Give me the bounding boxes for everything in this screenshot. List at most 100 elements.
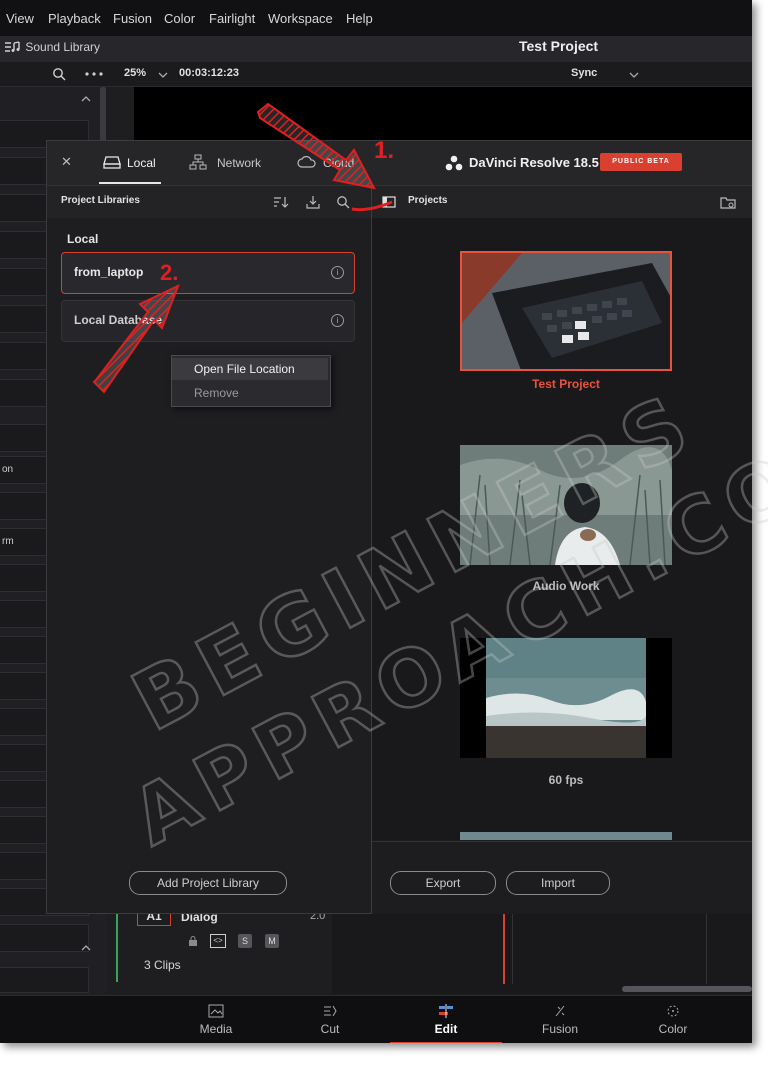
hard-drive-icon bbox=[103, 156, 121, 169]
effect-label: rm bbox=[2, 536, 14, 547]
sidebar-toggle-icon[interactable] bbox=[382, 196, 396, 208]
page-edit[interactable]: Edit bbox=[390, 996, 502, 1043]
color-icon bbox=[667, 1005, 679, 1017]
project-manager-dialog: ✕ Local Network Cloud DaVinci Resolve 18… bbox=[46, 140, 752, 914]
lock-icon[interactable] bbox=[188, 936, 198, 946]
fusion-icon bbox=[555, 1005, 565, 1017]
cut-icon bbox=[324, 1005, 337, 1017]
project-thumbnail[interactable] bbox=[460, 445, 672, 565]
menu-help[interactable]: Help bbox=[346, 11, 373, 26]
timeline-area[interactable] bbox=[332, 912, 752, 994]
close-icon[interactable]: ✕ bbox=[61, 154, 72, 170]
sync-dropdown[interactable]: Sync bbox=[571, 67, 597, 79]
beach-waves-image bbox=[460, 638, 672, 758]
chevron-down-icon[interactable] bbox=[158, 71, 168, 79]
track-color-bar bbox=[116, 912, 118, 982]
more-options-icon[interactable] bbox=[84, 71, 104, 77]
sound-library-button[interactable]: Sound Library bbox=[4, 40, 100, 54]
menu-fairlight[interactable]: Fairlight bbox=[209, 11, 255, 26]
effect-row[interactable] bbox=[0, 924, 89, 952]
project-name[interactable]: Test Project bbox=[460, 377, 672, 391]
mute-button[interactable]: M bbox=[265, 934, 279, 948]
collapse-icon[interactable] bbox=[81, 944, 91, 952]
export-button[interactable]: Export bbox=[390, 871, 496, 895]
edit-icon bbox=[439, 1004, 453, 1018]
project-name[interactable]: Audio Work bbox=[460, 579, 672, 593]
timecode: 00:03:12:23 bbox=[179, 67, 239, 79]
page-label: Media bbox=[199, 1022, 233, 1036]
import-button[interactable]: Import bbox=[506, 871, 610, 895]
effect-row[interactable] bbox=[0, 967, 89, 993]
cloud-icon bbox=[297, 156, 316, 168]
project-thumbnail[interactable] bbox=[460, 832, 672, 840]
projects-title: Projects bbox=[408, 195, 448, 206]
project-thumbnail[interactable] bbox=[460, 638, 672, 758]
davinci-resolve-window: View Playback Fusion Color Fairlight Wor… bbox=[0, 0, 752, 1043]
beta-badge: PUBLIC BETA bbox=[600, 153, 682, 171]
video-viewer bbox=[134, 87, 752, 142]
menu-view[interactable]: View bbox=[6, 11, 34, 26]
menu-workspace[interactable]: Workspace bbox=[268, 11, 333, 26]
clip-count: 3 Clips bbox=[144, 958, 181, 972]
timeline-grid-line bbox=[512, 912, 513, 984]
remove-menu-item[interactable]: Remove bbox=[172, 382, 328, 404]
library-item-local-database[interactable]: Local Database i bbox=[61, 300, 355, 342]
network-icon bbox=[189, 154, 207, 170]
projects-toolbar: Projects bbox=[372, 185, 752, 218]
grass-person-image bbox=[460, 445, 672, 565]
menu-playback[interactable]: Playback bbox=[48, 11, 101, 26]
page-color[interactable]: Color bbox=[617, 996, 729, 1043]
tab-label: Cloud bbox=[323, 156, 355, 170]
page-cut[interactable]: Cut bbox=[274, 996, 386, 1043]
add-project-library-button[interactable]: Add Project Library bbox=[129, 871, 287, 895]
page-label: Cut bbox=[320, 1022, 340, 1036]
tab-cloud[interactable]: Cloud bbox=[295, 141, 365, 185]
menu-color[interactable]: Color bbox=[164, 11, 195, 26]
timeline-scrollbar[interactable] bbox=[622, 986, 752, 992]
audio-track-header: A1 Dialog 2.0 <> S M 3 Clips bbox=[116, 906, 330, 994]
sort-icon[interactable] bbox=[273, 196, 289, 208]
project-name[interactable]: 60 fps bbox=[460, 773, 672, 787]
info-icon[interactable]: i bbox=[331, 266, 344, 279]
auto-track-icon[interactable]: <> bbox=[210, 934, 226, 948]
search-icon[interactable] bbox=[336, 195, 350, 209]
playhead[interactable] bbox=[503, 912, 505, 984]
open-file-location-menu-item[interactable]: Open File Location bbox=[172, 358, 328, 380]
media-icon bbox=[208, 1004, 224, 1018]
tab-label: Local bbox=[127, 156, 156, 170]
project-thumbnail[interactable] bbox=[460, 251, 672, 371]
laptop-keyboard-image bbox=[462, 253, 670, 369]
viewer-bar: 25% 00:03:12:23 Sync bbox=[0, 62, 752, 87]
menu-fusion[interactable]: Fusion bbox=[113, 11, 152, 26]
tab-local[interactable]: Local bbox=[99, 141, 161, 185]
library-toolbar: Project Libraries bbox=[47, 185, 371, 218]
project-libraries-title: Project Libraries bbox=[61, 195, 140, 206]
new-folder-icon[interactable] bbox=[720, 196, 736, 209]
sync-chevron-icon[interactable] bbox=[629, 71, 639, 79]
import-library-icon[interactable] bbox=[306, 195, 320, 209]
projects-action-bar: Export Import bbox=[372, 841, 752, 914]
library-list-panel: Local from_laptop i Local Database i Ope… bbox=[47, 218, 371, 913]
sound-library-label: Sound Library bbox=[25, 40, 101, 54]
top-toolbar: Sound Library Test Project bbox=[0, 36, 752, 62]
project-title: Test Project bbox=[519, 38, 599, 54]
solo-button[interactable]: S bbox=[238, 934, 252, 948]
zoom-level[interactable]: 25% bbox=[124, 67, 146, 79]
search-icon[interactable] bbox=[52, 67, 66, 81]
library-item-from-laptop[interactable]: from_laptop i bbox=[61, 252, 355, 294]
menu-bar: View Playback Fusion Color Fairlight Wor… bbox=[0, 0, 752, 36]
effect-label: on bbox=[2, 464, 14, 475]
tab-network[interactable]: Network bbox=[187, 141, 267, 185]
page-fusion[interactable]: Fusion bbox=[504, 996, 616, 1043]
app-brand: DaVinci Resolve 18.5 bbox=[469, 155, 599, 170]
sound-library-icon bbox=[5, 41, 20, 52]
projects-grid: Test Project Audio Work 60 fps bbox=[372, 218, 752, 840]
page-label: Fusion bbox=[541, 1022, 579, 1036]
page-media[interactable]: Media bbox=[160, 996, 272, 1043]
library-context-menu: Open File Location Remove bbox=[171, 355, 331, 407]
timeline-grid-line bbox=[706, 912, 707, 984]
collapse-icon[interactable] bbox=[81, 95, 91, 103]
page-label: Color bbox=[658, 1022, 688, 1036]
info-icon[interactable]: i bbox=[331, 314, 344, 327]
active-tab-indicator bbox=[99, 182, 161, 184]
